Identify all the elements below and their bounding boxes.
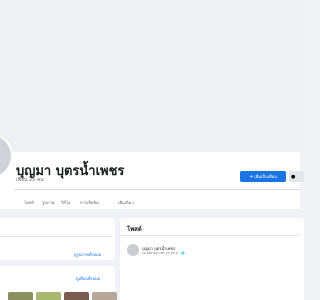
cover-photo	[0, 0, 300, 152]
see-all-friends-link[interactable]: ดูเพื่อนทั้งหมด	[76, 275, 100, 282]
post-author-avatar[interactable]	[127, 244, 139, 256]
add-friend-icon: +	[249, 173, 254, 180]
messenger-icon: ●	[291, 173, 296, 180]
friend-photo-1[interactable]	[8, 292, 33, 300]
see-all-photos-link[interactable]: ดูรูปภาพทั้งหมด	[74, 251, 101, 258]
chevron-down-icon: ▾	[132, 201, 135, 205]
friend-photo-2[interactable]	[36, 292, 61, 300]
tab-more-label: เพิ่มเติม	[118, 200, 132, 205]
friend-photo-4[interactable]	[92, 292, 117, 300]
message-button[interactable]: ●	[289, 171, 304, 182]
add-friend-label: เพิ่มเป็นเพื่อน	[254, 174, 277, 179]
tab-more[interactable]: เพิ่มเติม ▾	[118, 199, 134, 206]
tab-posts[interactable]: โพสต์	[24, 199, 34, 206]
friend-photo-3[interactable]	[64, 292, 89, 300]
posts-title: โพสต์	[127, 226, 142, 233]
tab-checkins[interactable]: การเช็คอิน	[80, 199, 99, 206]
photos-card-divider	[0, 236, 112, 237]
tab-videos[interactable]: วิดีโอ	[61, 199, 70, 206]
post-timestamp[interactable]: 10 สิงหาคม เวลา 23:39 น. · 🌐	[142, 251, 185, 256]
tab-photos[interactable]: รูปภาพ	[42, 199, 54, 206]
add-friend-button[interactable]: + เพิ่มเป็นเพื่อน	[240, 171, 286, 182]
friends-count[interactable]: เพื่อน 25 คน	[16, 176, 44, 184]
tabs-divider	[14, 189, 300, 190]
posts-divider	[120, 235, 300, 236]
